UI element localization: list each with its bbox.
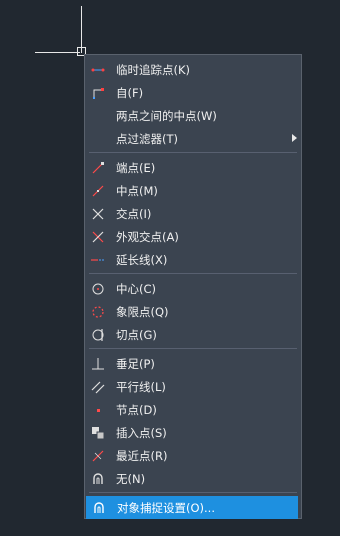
apparent-intersection-icon — [85, 225, 111, 248]
menu-item-temporary-track-point[interactable]: 临时追踪点(K) — [85, 58, 301, 81]
menu-item-none[interactable]: 无(N) — [85, 467, 301, 490]
menu-item-node[interactable]: 节点(D) — [85, 398, 301, 421]
menu-item-perpendicular[interactable]: 垂足(P) — [85, 352, 301, 375]
menu-item-extension[interactable]: 延长线(X) — [85, 248, 301, 271]
menu-item-midpoint-between-two-points[interactable]: 两点之间的中点(W) — [85, 104, 301, 127]
menu-item-osnap-settings[interactable]: 对象捕捉设置(O)... — [86, 496, 298, 519]
menu-item-label: 延长线(X) — [116, 252, 168, 267]
node-icon — [85, 398, 111, 421]
menu-item-point-filters[interactable]: 点过滤器(T) — [85, 127, 301, 150]
menu-item-from[interactable]: 自(F) — [85, 81, 301, 104]
midpoint-icon — [85, 179, 111, 202]
menu-item-label: 中点(M) — [116, 183, 158, 198]
menu-item-label: 切点(G) — [116, 327, 157, 342]
menu-item-nearest[interactable]: 最近点(R) — [85, 444, 301, 467]
submenu-arrow-icon — [292, 134, 297, 142]
menu-item-label: 自(F) — [116, 85, 144, 100]
menu-item-label: 中心(C) — [116, 281, 157, 296]
osnap-settings-icon — [86, 496, 112, 519]
menu-item-label: 端点(E) — [116, 160, 156, 175]
menu-item-label: 最近点(R) — [116, 448, 168, 463]
none-icon — [85, 467, 111, 490]
menu-separator — [89, 348, 297, 349]
menu-separator — [89, 273, 297, 274]
menu-separator — [89, 152, 297, 153]
nearest-icon — [85, 444, 111, 467]
menu-separator — [89, 492, 297, 493]
extension-icon — [85, 248, 111, 271]
endpoint-icon — [85, 156, 111, 179]
menu-item-apparent-intersection[interactable]: 外观交点(A) — [85, 225, 301, 248]
intersection-icon — [85, 202, 111, 225]
menu-item-intersection[interactable]: 交点(I) — [85, 202, 301, 225]
menu-item-label: 垂足(P) — [116, 356, 155, 371]
menu-item-label: 平行线(L) — [116, 379, 166, 394]
object-snap-context-menu: 临时追踪点(K) 自(F) 两点之间的中点(W) 点过滤器(T) 端点(E) 中… — [84, 54, 302, 519]
perpendicular-icon — [85, 352, 111, 375]
center-icon — [85, 277, 111, 300]
menu-item-midpoint[interactable]: 中点(M) — [85, 179, 301, 202]
menu-item-label: 插入点(S) — [116, 425, 167, 440]
menu-item-center[interactable]: 中心(C) — [85, 277, 301, 300]
menu-item-label: 临时追踪点(K) — [116, 62, 191, 77]
menu-item-label: 交点(I) — [116, 206, 152, 221]
from-icon — [85, 81, 111, 104]
crosshair-horizontal — [35, 52, 80, 53]
menu-item-insertion[interactable]: 插入点(S) — [85, 421, 301, 444]
menu-item-label: 对象捕捉设置(O)... — [117, 500, 215, 515]
temporary-track-point-icon — [85, 58, 111, 81]
crosshair-vertical — [81, 6, 82, 53]
menu-item-label: 无(N) — [116, 471, 146, 486]
quadrant-icon — [85, 300, 111, 323]
menu-item-label: 象限点(Q) — [116, 304, 169, 319]
menu-item-label: 点过滤器(T) — [116, 131, 178, 146]
menu-item-label: 节点(D) — [116, 402, 157, 417]
menu-item-label: 外观交点(A) — [116, 229, 179, 244]
tangent-icon — [85, 323, 111, 346]
menu-item-quadrant[interactable]: 象限点(Q) — [85, 300, 301, 323]
menu-item-parallel[interactable]: 平行线(L) — [85, 375, 301, 398]
menu-item-endpoint[interactable]: 端点(E) — [85, 156, 301, 179]
menu-item-label: 两点之间的中点(W) — [116, 108, 217, 123]
parallel-icon — [85, 375, 111, 398]
menu-item-tangent[interactable]: 切点(G) — [85, 323, 301, 346]
insertion-icon — [85, 421, 111, 444]
